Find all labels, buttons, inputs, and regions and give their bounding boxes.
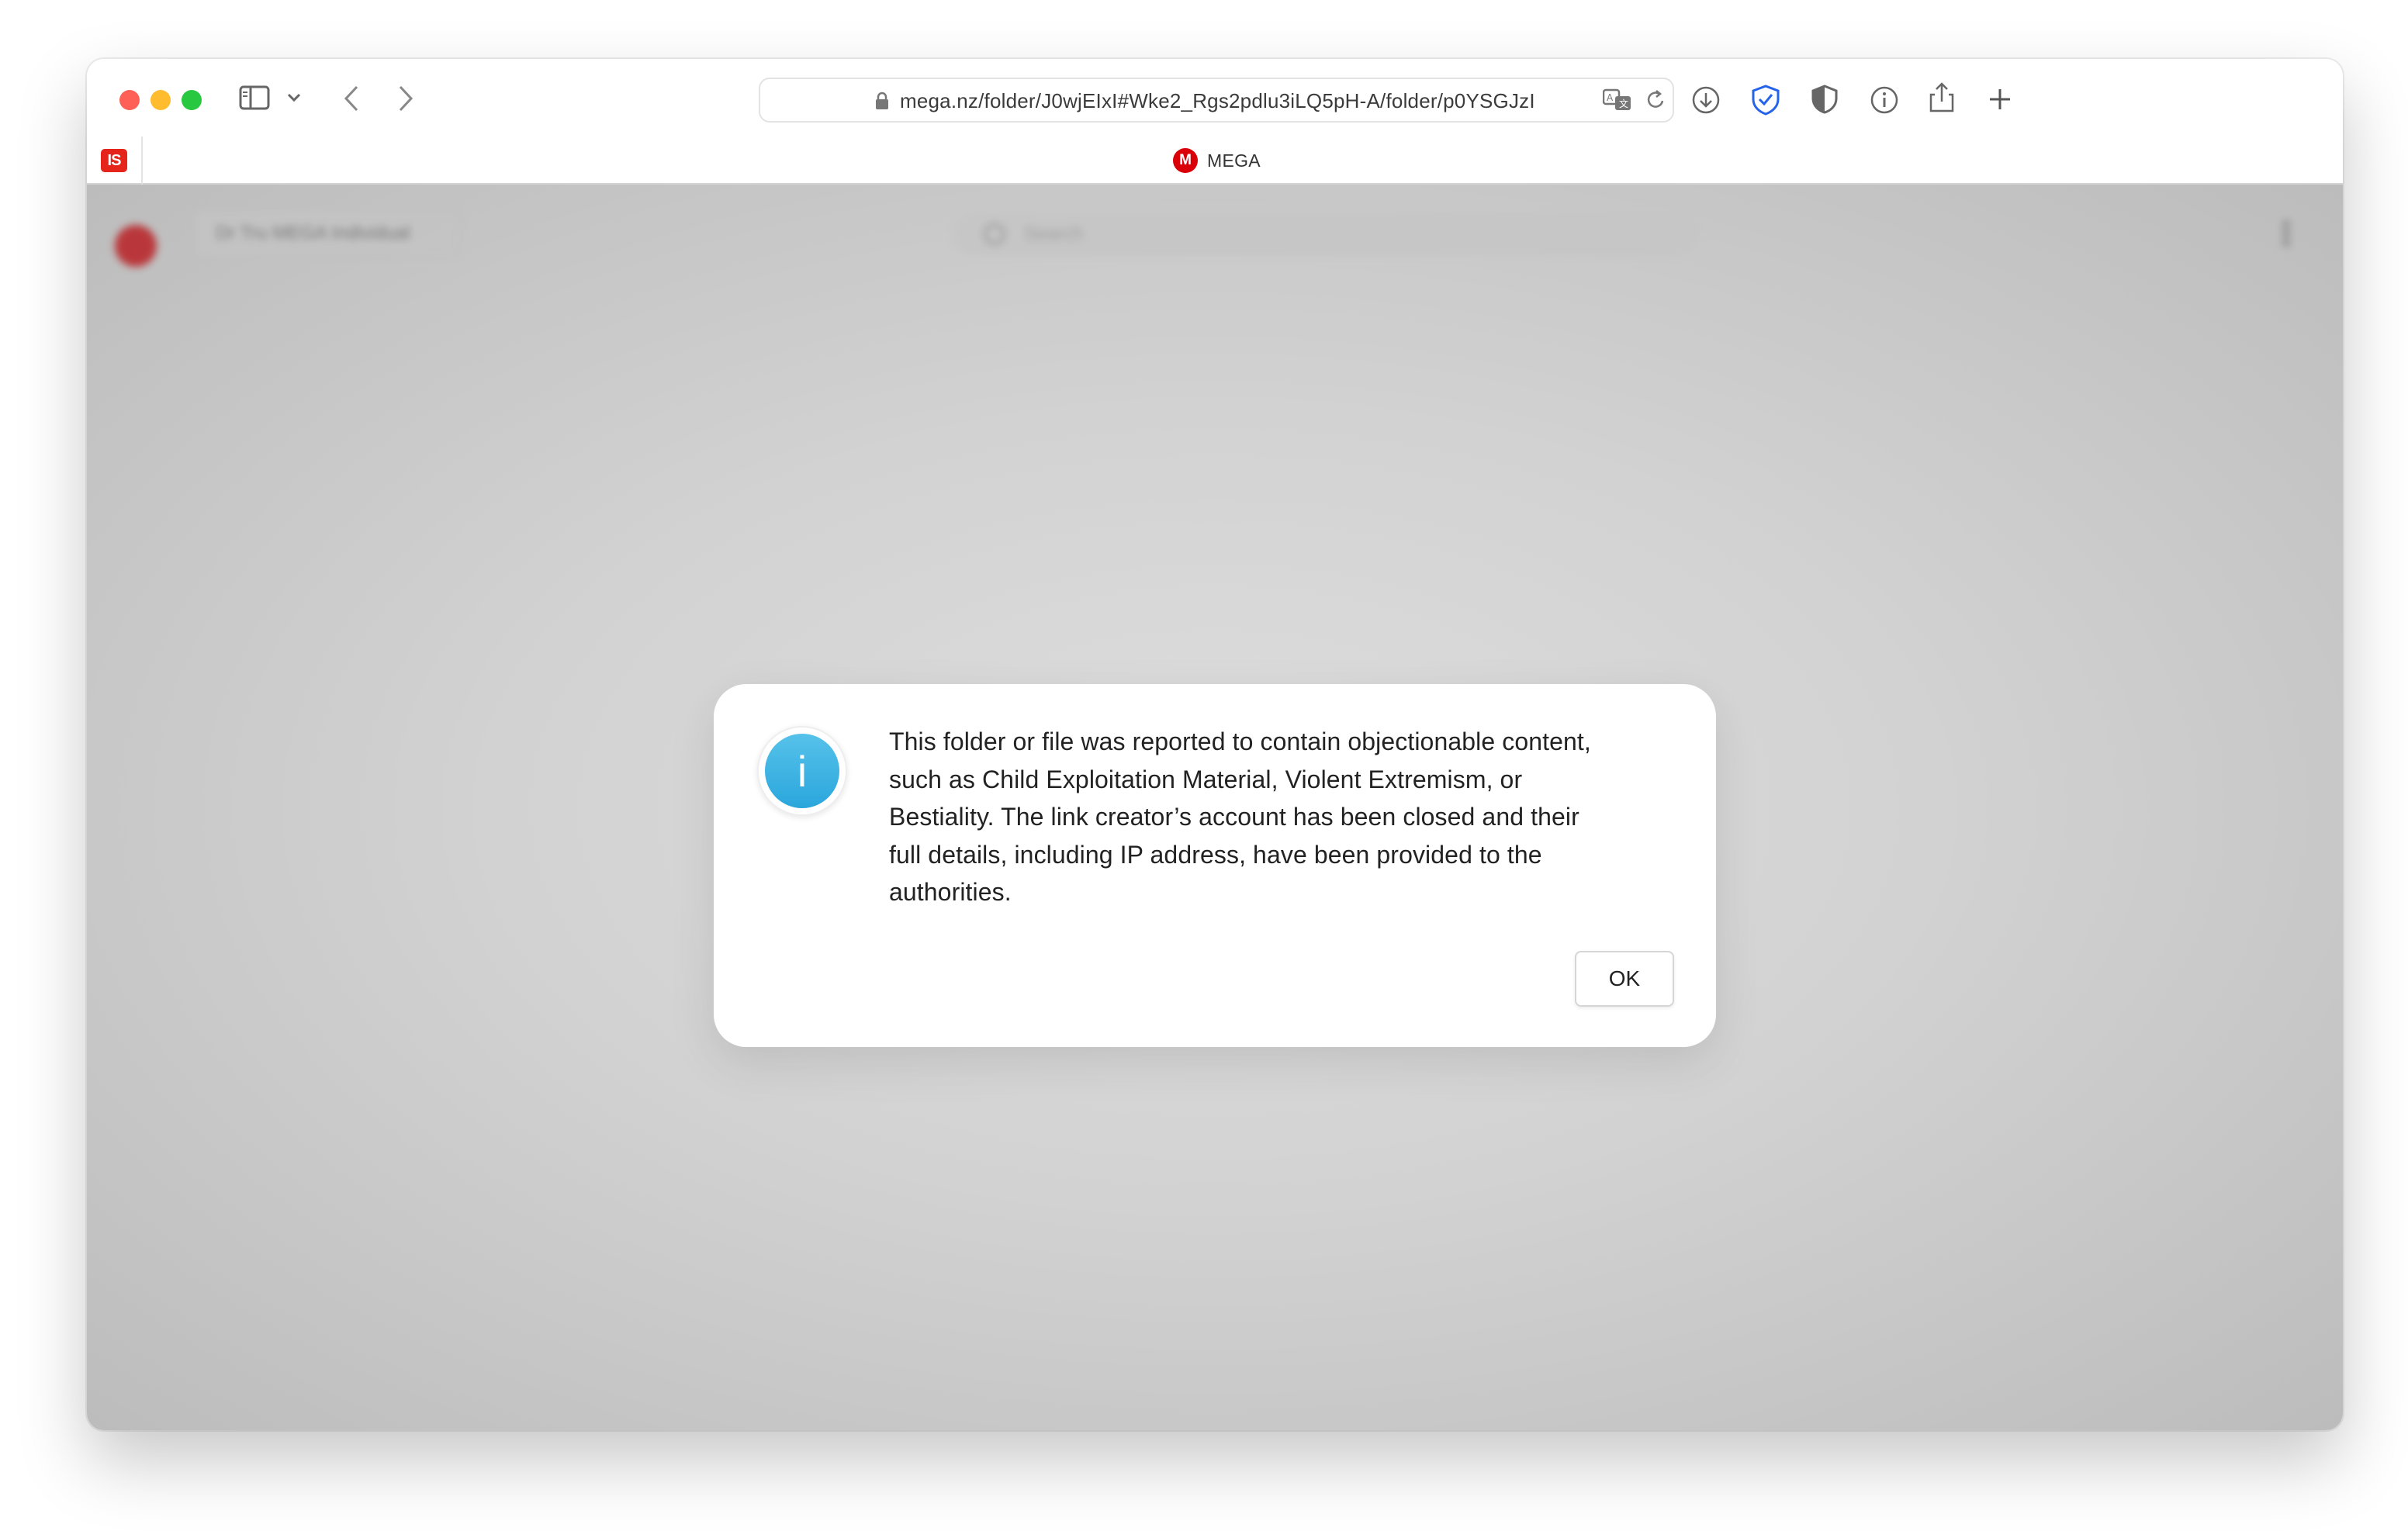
info-icon: i — [765, 734, 839, 808]
info-icon[interactable] — [1870, 85, 1899, 115]
dialog-icon-container: i — [757, 726, 847, 816]
search-placeholder: Search — [1024, 223, 1084, 244]
download-icon[interactable] — [1691, 85, 1721, 115]
search-bar: Search — [953, 213, 1697, 256]
chevron-left-icon[interactable] — [343, 85, 360, 112]
dialog-message: This folder or file was reported to cont… — [889, 727, 1591, 906]
shield-half-icon[interactable] — [1811, 84, 1839, 115]
tab-title: MEGA — [1207, 150, 1261, 171]
plus-icon[interactable] — [1988, 87, 2012, 112]
window-minimize-button[interactable] — [150, 90, 171, 110]
sidebar-icon[interactable] — [239, 85, 270, 110]
window-close-button[interactable] — [119, 90, 140, 110]
tab-bar: IS M MEGA — [87, 137, 2343, 185]
active-tab[interactable]: M MEGA — [1173, 147, 1261, 174]
url-text[interactable]: mega.nz/folder/J0wjEIxI#Wke2_Rgs2pdlu3iL… — [900, 89, 1535, 113]
account-button: Dr Tru MEGA Individual — [194, 209, 461, 257]
pinned-tab-favicon: IS — [101, 149, 127, 172]
mega-logo — [115, 225, 157, 267]
chevron-right-icon[interactable] — [397, 85, 414, 112]
window-zoom-button[interactable] — [182, 90, 202, 110]
lock-icon — [875, 92, 889, 114]
svg-text:A: A — [1607, 92, 1614, 103]
chevron-down-icon[interactable] — [287, 93, 301, 102]
browser-window: mega.nz/folder/J0wjEIxI#Wke2_Rgs2pdlu3iL… — [87, 59, 2343, 1430]
ok-button[interactable]: OK — [1575, 951, 1674, 1007]
shield-check-icon[interactable] — [1750, 84, 1781, 116]
search-icon — [984, 223, 1005, 245]
reload-icon[interactable] — [1645, 88, 1666, 116]
browser-toolbar: mega.nz/folder/J0wjEIxI#Wke2_Rgs2pdlu3iL… — [87, 59, 2343, 137]
pinned-tab[interactable]: IS — [87, 137, 143, 185]
more-menu-icon — [2282, 220, 2290, 247]
page-content-overlay: Dr Tru MEGA Individual Search i This fol… — [87, 185, 2343, 1430]
objectionable-content-dialog: i This folder or file was reported to co… — [714, 684, 1716, 1047]
svg-text:文: 文 — [1619, 98, 1628, 109]
address-bar[interactable]: mega.nz/folder/J0wjEIxI#Wke2_Rgs2pdlu3iL… — [759, 78, 1674, 123]
mega-logo-icon: M — [1173, 148, 1198, 173]
share-icon[interactable] — [1929, 81, 1955, 113]
translate-icon[interactable]: A文 — [1602, 88, 1632, 116]
